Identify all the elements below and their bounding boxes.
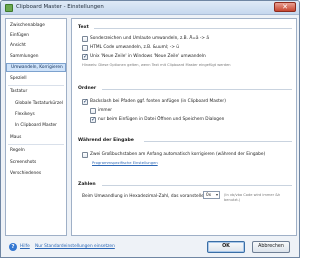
option-label: nur beim Einfügen in Datei Öffnen und Sp… (98, 117, 225, 122)
hex-prefix-label: Beim Umwandlung in Hexadezimal-Zahl, das… (82, 194, 208, 199)
checkbox-sonderzeichen[interactable] (82, 36, 88, 42)
app-icon (5, 4, 13, 12)
nav-item-globale-tastaturkuerzel[interactable]: Globale Tastaturkürzel (6, 99, 66, 108)
option-label: Sonderzeichen und Umlaute umwandeln, z.B… (90, 36, 210, 41)
nav-divider (8, 144, 64, 145)
nav-item-einfuegen[interactable]: Einfügen (6, 31, 66, 40)
option-label: Unix 'Neue Zeile' in Windows 'Neue Zeile… (90, 54, 206, 59)
checkbox-backslash[interactable] (82, 98, 88, 105)
ok-button[interactable]: OK (207, 241, 245, 253)
option-label: immer (98, 108, 112, 113)
nav-item-flexikeys[interactable]: Flexikeys (6, 110, 66, 119)
nav-item-screenshots[interactable]: Screenshots (6, 158, 66, 167)
checkbox-datei-dialoge[interactable] (90, 116, 96, 123)
nav-item-verschiedenes[interactable]: Verschiedenes (6, 169, 66, 178)
section-divider (144, 141, 292, 142)
section-title-eingabe: Während der Eingabe (78, 138, 134, 143)
checkbox-unix-newline[interactable] (82, 53, 88, 60)
section-divider (102, 89, 292, 90)
settings-window: Clipboard Master - Einstellungen ✕ Zwisc… (0, 0, 300, 258)
nav-item-regeln[interactable]: Regeln (6, 146, 66, 155)
title-bar[interactable]: Clipboard Master - Einstellungen ✕ (1, 1, 299, 15)
help-link[interactable]: Hilfe (20, 244, 30, 249)
text-hint: Hinweis: Diese Optionen gelten, wenn Tex… (82, 63, 231, 67)
nav-item-maus[interactable]: Maus (6, 133, 66, 142)
checkbox-grossbuchstaben[interactable] (82, 152, 88, 158)
nav-item-sammlungen[interactable]: Sammlungen (6, 52, 66, 61)
option-label: Zwei Großbuchstaben am Anfang automatisc… (90, 152, 266, 157)
nav-item-speziell[interactable]: Speziell (6, 74, 66, 83)
hex-prefix-hint: (In vb/vba Code wird immer &h benutzt.) (224, 193, 281, 202)
hex-prefix-select[interactable]: 0x ▾ (203, 191, 220, 199)
section-divider (94, 28, 292, 29)
section-title-ordner: Ordner (78, 86, 97, 91)
help-icon[interactable]: ? (9, 243, 17, 251)
window-title: Clipboard Master - Einstellungen (16, 4, 104, 10)
nav-item-umwandeln-korrigieren[interactable]: Umwandeln, Korrigieren (6, 63, 66, 72)
chevron-down-icon: ▾ (215, 192, 218, 197)
nav-item-in-clipboard-master[interactable]: In Clipboard Master (6, 121, 66, 130)
cancel-button[interactable]: Abbrechen (252, 241, 290, 253)
checkbox-immer[interactable] (90, 108, 96, 114)
nav-item-tastatur[interactable]: Tastatur (6, 87, 66, 96)
reset-defaults-link[interactable]: Nur Standardeinstellungen einsetzen (35, 244, 115, 249)
option-label: HTML Code umwandeln, z.B. &uuml; -> ü (90, 45, 180, 50)
nav-item-ansicht[interactable]: Ansicht (6, 41, 66, 50)
dialog-footer: ? Hilfe Nur Standardeinstellungen einset… (1, 237, 299, 257)
program-settings-link[interactable]: Programmspezifische Einstellungen (92, 161, 158, 165)
section-title-zahlen: Zahlen (78, 182, 96, 187)
settings-nav: Zwischenablage Einfügen Ansicht Sammlung… (5, 18, 67, 236)
section-title-text: Text (78, 25, 89, 30)
nav-divider (8, 85, 64, 86)
hex-prefix-value: 0x (206, 192, 212, 197)
settings-panel: Text Sonderzeichen und Umlaute umwandeln… (71, 18, 297, 236)
option-label: Backslash bei Pfaden ggf. fonten anfügen… (90, 99, 226, 104)
nav-item-zwischenablage[interactable]: Zwischenablage (6, 21, 66, 30)
section-divider (102, 185, 292, 186)
close-button[interactable]: ✕ (274, 2, 296, 12)
checkbox-html-code[interactable] (82, 45, 88, 51)
